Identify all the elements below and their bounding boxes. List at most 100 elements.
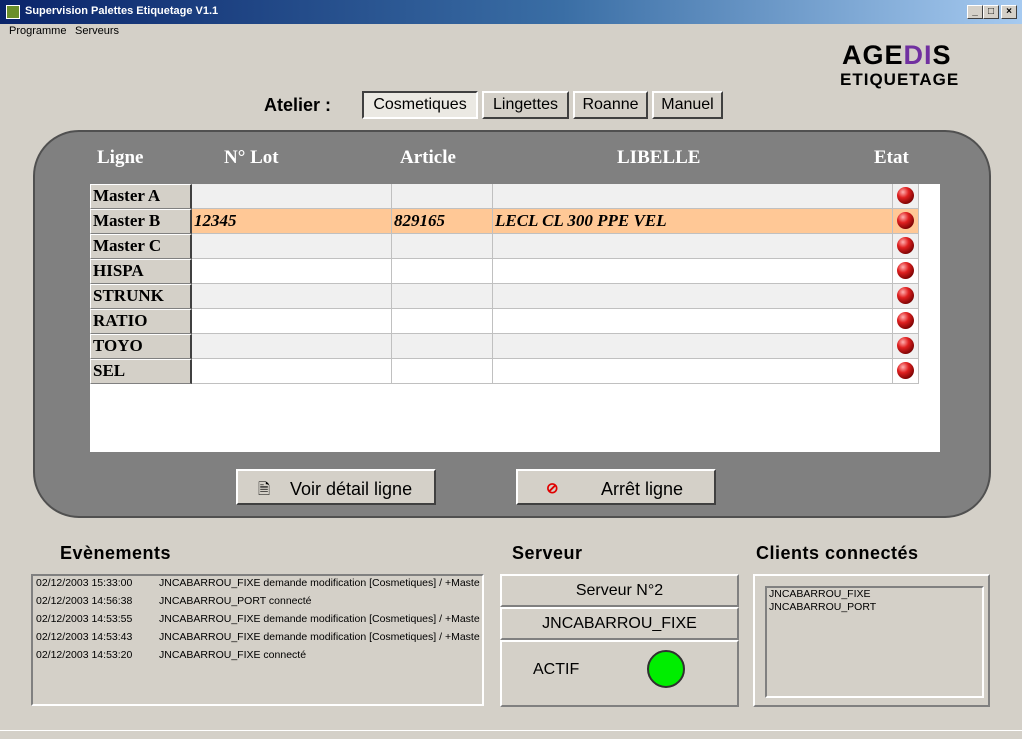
arret-ligne-button[interactable]: ⊘ Arrêt ligne — [516, 469, 716, 505]
cell-libelle[interactable] — [493, 359, 893, 384]
client-item[interactable]: JNCABARROU_PORT — [769, 601, 876, 613]
cell-article[interactable]: 829165 — [392, 209, 493, 234]
cell-lot[interactable] — [192, 184, 392, 209]
status-led-icon — [897, 362, 914, 379]
tab-manuel[interactable]: Manuel — [652, 91, 723, 119]
event-date: 02/12/2003 14:53:43 — [36, 631, 133, 643]
col-etat: Etat — [874, 147, 909, 168]
event-date: 02/12/2003 15:33:00 — [36, 577, 133, 589]
status-led-icon — [897, 237, 914, 254]
table-row[interactable]: RATIO — [90, 309, 919, 334]
table-row[interactable]: Master B 12345 829165 LECL CL 300 PPE VEL — [90, 209, 919, 234]
cell-libelle[interactable] — [493, 259, 893, 284]
event-date: 02/12/2003 14:53:20 — [36, 649, 133, 661]
window-title: Supervision Palettes Etiquetage V1.1 — [25, 5, 219, 17]
event-item[interactable]: 02/12/2003 14:56:38 JNCABARROU_PORT conne… — [36, 595, 481, 609]
menu-bar: Programme Serveurs — [0, 24, 1022, 40]
event-date: 02/12/2003 14:56:38 — [36, 595, 133, 607]
cell-libelle[interactable] — [493, 309, 893, 334]
status-led-icon — [897, 262, 914, 279]
row-header[interactable]: Master A — [90, 184, 192, 209]
server-host-text: JNCABARROU_FIXE — [542, 615, 697, 632]
status-led-icon — [897, 312, 914, 329]
row-header[interactable]: STRUNK — [90, 284, 192, 309]
cell-lot[interactable] — [192, 334, 392, 359]
row-header[interactable]: TOYO — [90, 334, 192, 359]
title-bar: Supervision Palettes Etiquetage V1.1 _ □… — [0, 0, 1022, 24]
table-row[interactable]: STRUNK — [90, 284, 919, 309]
status-indicator-icon — [647, 650, 685, 688]
atelier-label: Atelier : — [264, 95, 332, 115]
cell-article[interactable] — [392, 359, 493, 384]
event-date: 02/12/2003 14:53:55 — [36, 613, 133, 625]
row-header[interactable]: SEL — [90, 359, 192, 384]
events-list[interactable]: 02/12/2003 15:33:00 JNCABARROU_FIXE deman… — [31, 574, 484, 706]
col-libelle: LIBELLE — [617, 147, 701, 168]
cell-article[interactable] — [392, 259, 493, 284]
status-led-icon — [897, 337, 914, 354]
table-row[interactable]: Master C — [90, 234, 919, 259]
voir-detail-label: Voir détail ligne — [290, 479, 413, 499]
cell-article[interactable] — [392, 334, 493, 359]
col-lot: N° Lot — [224, 147, 279, 168]
row-header[interactable]: Master C — [90, 234, 192, 259]
voir-detail-button[interactable]: 🗎 Voir détail ligne — [236, 469, 436, 505]
close-button[interactable]: × — [1001, 5, 1017, 19]
minimize-button[interactable]: _ — [967, 5, 983, 19]
status-led-icon — [897, 187, 914, 204]
event-item[interactable]: 02/12/2003 14:53:43 JNCABARROU_FIXE deman… — [36, 631, 481, 645]
cell-libelle[interactable] — [493, 184, 893, 209]
cell-lot[interactable] — [192, 234, 392, 259]
cell-libelle[interactable] — [493, 284, 893, 309]
tab-lingettes[interactable]: Lingettes — [482, 91, 569, 119]
app-icon — [6, 5, 20, 19]
server-status-box: ACTIF — [500, 640, 739, 707]
clients-list[interactable]: JNCABARROU_FIXE JNCABARROU_PORT — [765, 586, 984, 698]
cell-article[interactable] — [392, 309, 493, 334]
cell-lot[interactable] — [192, 309, 392, 334]
cell-article[interactable] — [392, 184, 493, 209]
table-row[interactable]: Master A — [90, 184, 919, 209]
arret-ligne-label: Arrêt ligne — [601, 479, 684, 499]
server-host: JNCABARROU_FIXE — [500, 607, 739, 640]
menu-serveurs[interactable]: Serveurs — [75, 25, 119, 37]
cell-lot[interactable] — [192, 284, 392, 309]
agedis-logo: AGEDIS — [842, 40, 952, 71]
event-item[interactable]: 02/12/2003 15:33:00 JNCABARROU_FIXE deman… — [36, 577, 481, 591]
event-item[interactable]: 02/12/2003 14:53:20 JNCABARROU_FIXE conne… — [36, 649, 481, 663]
cell-lot[interactable] — [192, 259, 392, 284]
cell-lot[interactable] — [192, 359, 392, 384]
logo-text-b: DI — [903, 40, 933, 70]
cell-libelle[interactable] — [493, 234, 893, 259]
cell-libelle[interactable] — [493, 334, 893, 359]
clients-box: JNCABARROU_FIXE JNCABARROU_PORT — [753, 574, 990, 707]
table-row[interactable]: HISPA — [90, 259, 919, 284]
event-message: JNCABARROU_FIXE connecté — [159, 649, 307, 661]
tab-roanne[interactable]: Roanne — [573, 91, 648, 119]
cell-article[interactable] — [392, 284, 493, 309]
menu-programme[interactable]: Programme — [9, 25, 66, 37]
tab-cosmetiques[interactable]: Cosmetiques — [362, 91, 478, 119]
col-ligne: Ligne — [97, 147, 144, 168]
table-row[interactable]: SEL — [90, 359, 919, 384]
logo-subtitle: ETIQUETAGE — [840, 70, 960, 89]
row-header[interactable]: Master B — [90, 209, 192, 234]
event-message: JNCABARROU_FIXE demande modification [Co… — [159, 577, 480, 589]
cell-libelle[interactable]: LECL CL 300 PPE VEL — [493, 209, 893, 234]
maximize-button[interactable]: □ — [983, 5, 999, 19]
table-row[interactable]: TOYO — [90, 334, 919, 359]
event-item[interactable]: 02/12/2003 14:53:55 JNCABARROU_FIXE deman… — [36, 613, 481, 627]
row-header[interactable]: RATIO — [90, 309, 192, 334]
server-status: ACTIF — [533, 661, 580, 678]
client-item[interactable]: JNCABARROU_FIXE — [769, 588, 871, 600]
row-header[interactable]: HISPA — [90, 259, 192, 284]
server-name-text: Serveur N°2 — [575, 582, 664, 599]
status-led-icon — [897, 212, 914, 229]
cell-lot[interactable]: 12345 — [192, 209, 392, 234]
cell-article[interactable] — [392, 234, 493, 259]
server-name: Serveur N°2 — [500, 574, 739, 607]
server-title: Serveur — [512, 543, 583, 563]
events-title: Evènements — [60, 543, 172, 563]
clients-title: Clients connectés — [756, 543, 919, 563]
event-message: JNCABARROU_PORT connecté — [159, 595, 312, 607]
